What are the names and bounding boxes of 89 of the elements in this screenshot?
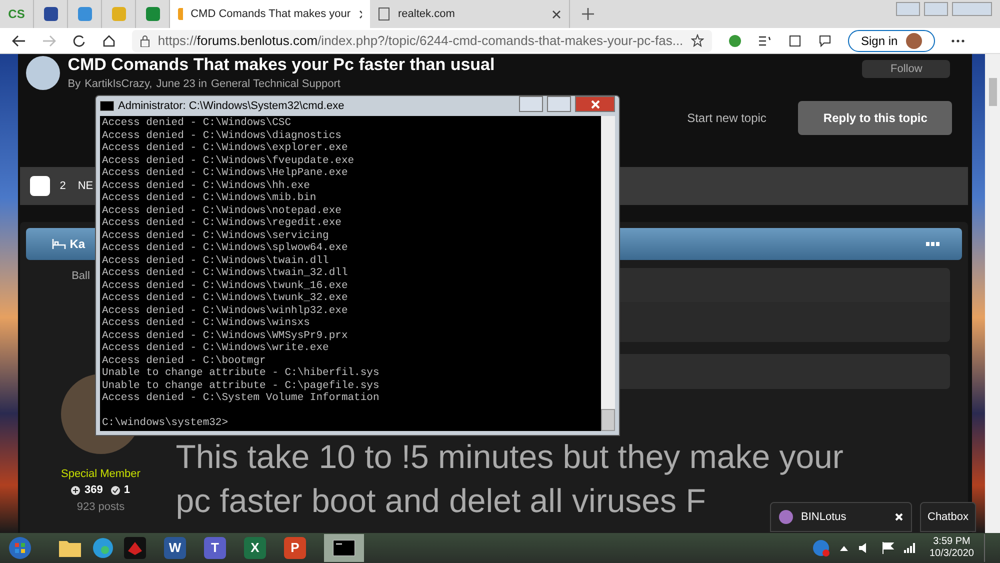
console-line: Access denied - C:\Windows\servicing (102, 230, 330, 242)
avatar-icon (906, 32, 922, 48)
help-icon[interactable] (812, 539, 830, 557)
member-title: Special Member (60, 466, 140, 482)
feedback-icon[interactable] (818, 34, 832, 48)
start-button-icon[interactable] (8, 536, 32, 560)
console-line: Access denied - C:\Windows\write.exe (102, 342, 330, 354)
signal-icon[interactable] (904, 543, 916, 553)
console-line: Access denied - C:\Windows\twunk_16.exe (102, 280, 349, 292)
console-line: Access denied - C:\Windows\diagnostics (102, 130, 342, 142)
more-icon[interactable] (950, 38, 965, 42)
badge-count: 1 (110, 482, 130, 498)
post-count: 923 posts (76, 500, 125, 514)
console-line: Access denied - C:\Windows\explorer.exe (102, 142, 349, 154)
post-text: pc faster boot and delet all viruses F (176, 481, 706, 521)
avatar-photo (26, 56, 60, 90)
terminal-icon (100, 101, 114, 111)
page-icon (378, 7, 390, 21)
browser-icon[interactable] (92, 537, 114, 559)
browser-tab[interactable]: CMD Comands That makes your (170, 0, 370, 28)
app-icon[interactable]: X (244, 537, 266, 559)
console-line: Access denied - C:\Windows\twunk_32.exe (102, 292, 349, 304)
chatbox-button[interactable]: Chatbox (920, 502, 976, 532)
console-line: Access denied - C:\System Volume Information (102, 392, 380, 404)
console-line: Unable to change attribute - C:\pagefile.sys (102, 380, 380, 392)
console-line: Unable to change attribute - C:\hiberfil.sys (102, 367, 380, 380)
rank-text: Ball (72, 269, 90, 284)
new-tab-icon[interactable] (582, 8, 594, 20)
byline-text: June 23 in (156, 77, 207, 92)
forum-link[interactable]: General Technical Support (210, 76, 340, 92)
checkbox[interactable] (30, 176, 50, 196)
byline-text: By (68, 77, 81, 92)
lock-icon (140, 34, 150, 46)
terminal-icon (333, 540, 355, 556)
flag-icon[interactable] (882, 542, 894, 554)
taskbar-button[interactable] (324, 534, 364, 562)
clock-date[interactable]: 10/3/2020 (930, 548, 974, 560)
reputation-count: 369 (71, 482, 103, 498)
clock-time[interactable]: 3:59 PM (933, 536, 970, 548)
follow-button[interactable]: Follow (862, 60, 950, 78)
topic-title: CMD Comands That makes your Pc faster than usual (68, 54, 496, 76)
game-icon[interactable] (124, 537, 146, 559)
console-line: Access denied - C:\Windows\HelpPane.exe (102, 167, 349, 180)
console-line: Access denied - C:\Windows\splwow64.exe (102, 242, 349, 254)
sign-in-button[interactable]: Sign in (848, 30, 935, 52)
plus-icon (71, 486, 80, 495)
console-line: Access denied - C:\Windows\winsxs (102, 317, 311, 330)
console-line: Access denied - C:\Windows\fveupdate.exe (102, 154, 356, 167)
console-line: Access denied - C:\Windows\twain_32.dll (102, 267, 349, 280)
back-icon[interactable] (12, 34, 26, 46)
favorites-icon[interactable] (758, 34, 772, 48)
folder-icon[interactable] (58, 538, 82, 558)
check-icon (110, 486, 120, 495)
favorite-icon[interactable] (691, 34, 704, 47)
window-title: Administrator: C:\Windows\System32\cmd.exe (118, 98, 346, 114)
minimize-button[interactable] (519, 96, 543, 112)
post-text: This take 10 to !5 minutes but they make your (176, 437, 844, 477)
collections-icon[interactable] (788, 34, 802, 48)
console-line: Access denied - C:\bootmgr (102, 354, 267, 367)
console-line: Access denied - C:\Windows\hh.exe (102, 180, 311, 192)
refresh-icon[interactable] (72, 34, 86, 48)
address-field[interactable]: https://forums.benlotus.com/index.php?/topic/6244-cmd-comands-that-makes-your-pc-fas... (132, 30, 712, 52)
app-icon[interactable]: W (164, 537, 186, 559)
chat-user-tab[interactable]: BINLotus (770, 502, 912, 532)
extension-icon[interactable] (728, 34, 742, 48)
console-line: Access denied - C:\Windows\WMSysPr9.prx (102, 330, 349, 342)
console-line: Access denied - C:\Windows\winhlp32.exe (102, 304, 349, 317)
console-line: Access denied - C:\Windows\mib.bin (102, 192, 318, 204)
console-line: Access denied - C:\Windows\regedit.exe (102, 217, 342, 230)
app-icon[interactable]: P (284, 537, 306, 559)
chevron-up-icon[interactable] (840, 546, 848, 550)
app-icon[interactable]: T (204, 537, 226, 559)
home-icon[interactable] (102, 34, 116, 48)
scrollbar[interactable] (601, 116, 615, 431)
console-line: Access denied - C:\Windows\notepad.exe (102, 204, 342, 217)
console-line: Access denied - C:\Windows\CSC (102, 117, 292, 130)
start-new-topic-link[interactable]: Start new topic (687, 109, 766, 127)
avatar-icon (779, 510, 793, 524)
maximize-button[interactable] (547, 96, 571, 112)
command-prompt[interactable]: C:\windows\system32> (102, 417, 599, 430)
author-name: Ka (70, 236, 86, 253)
console-line: Access denied - C:\Windows\twain.dll (102, 254, 330, 267)
author-link[interactable]: KartikIsCrazy, (84, 76, 152, 92)
reply-button[interactable]: Reply to this topic (798, 101, 952, 135)
bed-icon (52, 239, 66, 249)
page-label: NE (78, 178, 94, 194)
scrollbar[interactable] (985, 54, 1000, 533)
close-button[interactable] (575, 96, 615, 112)
page-count: 2 (60, 178, 66, 194)
